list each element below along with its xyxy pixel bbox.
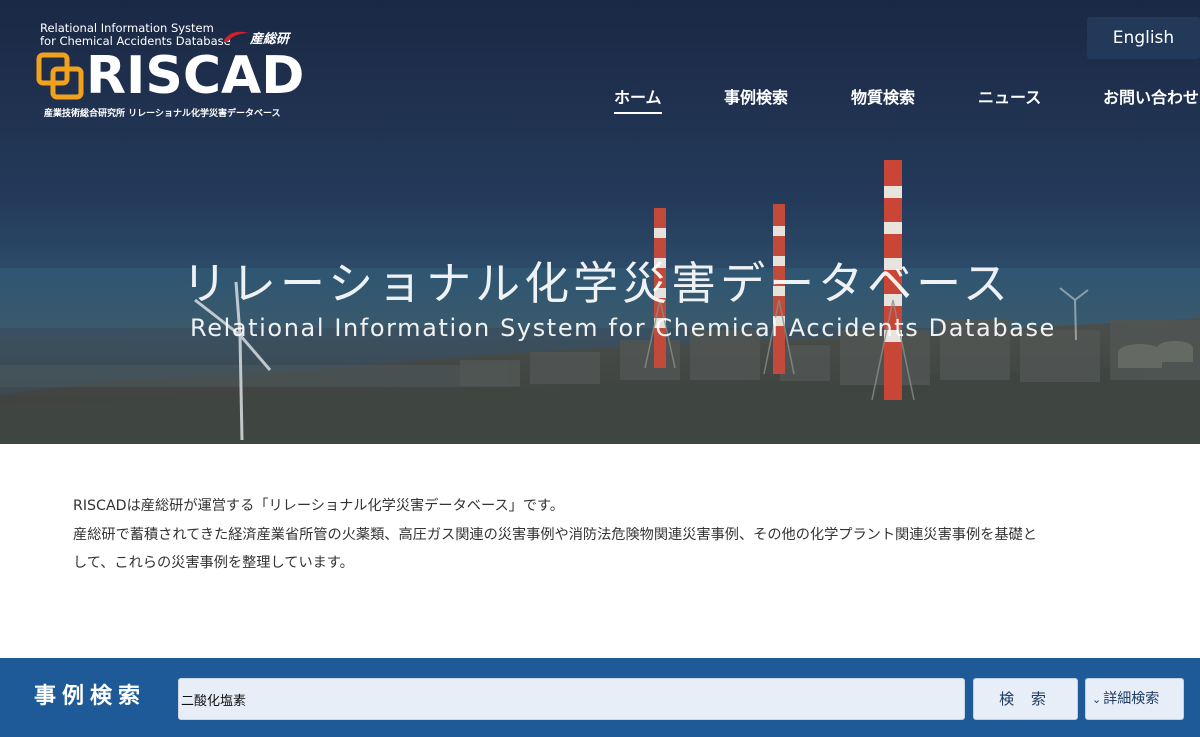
nav-contact[interactable]: お問い合わせ	[1103, 88, 1199, 108]
intro-line: して、これらの災害事例を整理しています。	[73, 555, 354, 571]
search-button[interactable]: 検 索	[973, 678, 1078, 720]
advanced-search-label: 詳細検索	[1103, 691, 1160, 707]
chevron-down-icon: ⌄	[1092, 693, 1102, 706]
page: Relational Information System for Chemic…	[0, 0, 1200, 737]
intro-line: 産総研で蓄積されてきた経済産業省所管の火薬類、高圧ガス関連の災害事例や消防法危険…	[73, 526, 1037, 543]
hero-title-english: Relational Information System for Chemic…	[190, 314, 1056, 342]
advanced-search-button[interactable]: ⌄ 詳細検索	[1085, 678, 1184, 720]
main-nav: ホーム 事例検索 物質検索 ニュース お問い合わせ	[0, 88, 1200, 118]
hero-banner: Relational Information System for Chemic…	[0, 0, 1200, 444]
intro-line: RISCADは産総研が運営する「リレーショナル化学災害データベース」です。	[73, 498, 564, 514]
english-language-button[interactable]: English	[1087, 17, 1200, 59]
aist-swoosh-icon	[223, 31, 249, 42]
case-search-input[interactable]	[178, 678, 965, 720]
logo-english-name: Relational Information System for Chemic…	[40, 21, 231, 48]
case-search-title: 事例検索	[34, 684, 147, 709]
aist-logo-text: 産総研	[250, 32, 290, 47]
nav-substance-search[interactable]: 物質検索	[851, 88, 915, 108]
intro-text: RISCADは産総研が運営する「リレーショナル化学災害データベース」です。 産総…	[73, 492, 1173, 578]
hero-title-japanese: リレーショナル化学災害データベース	[182, 257, 1012, 310]
nav-case-search[interactable]: 事例検索	[724, 88, 788, 108]
nav-home[interactable]: ホーム	[614, 88, 662, 114]
nav-news[interactable]: ニュース	[978, 88, 1041, 108]
case-search-bar: 事例検索 検 索 ⌄詳細検索	[0, 658, 1200, 737]
